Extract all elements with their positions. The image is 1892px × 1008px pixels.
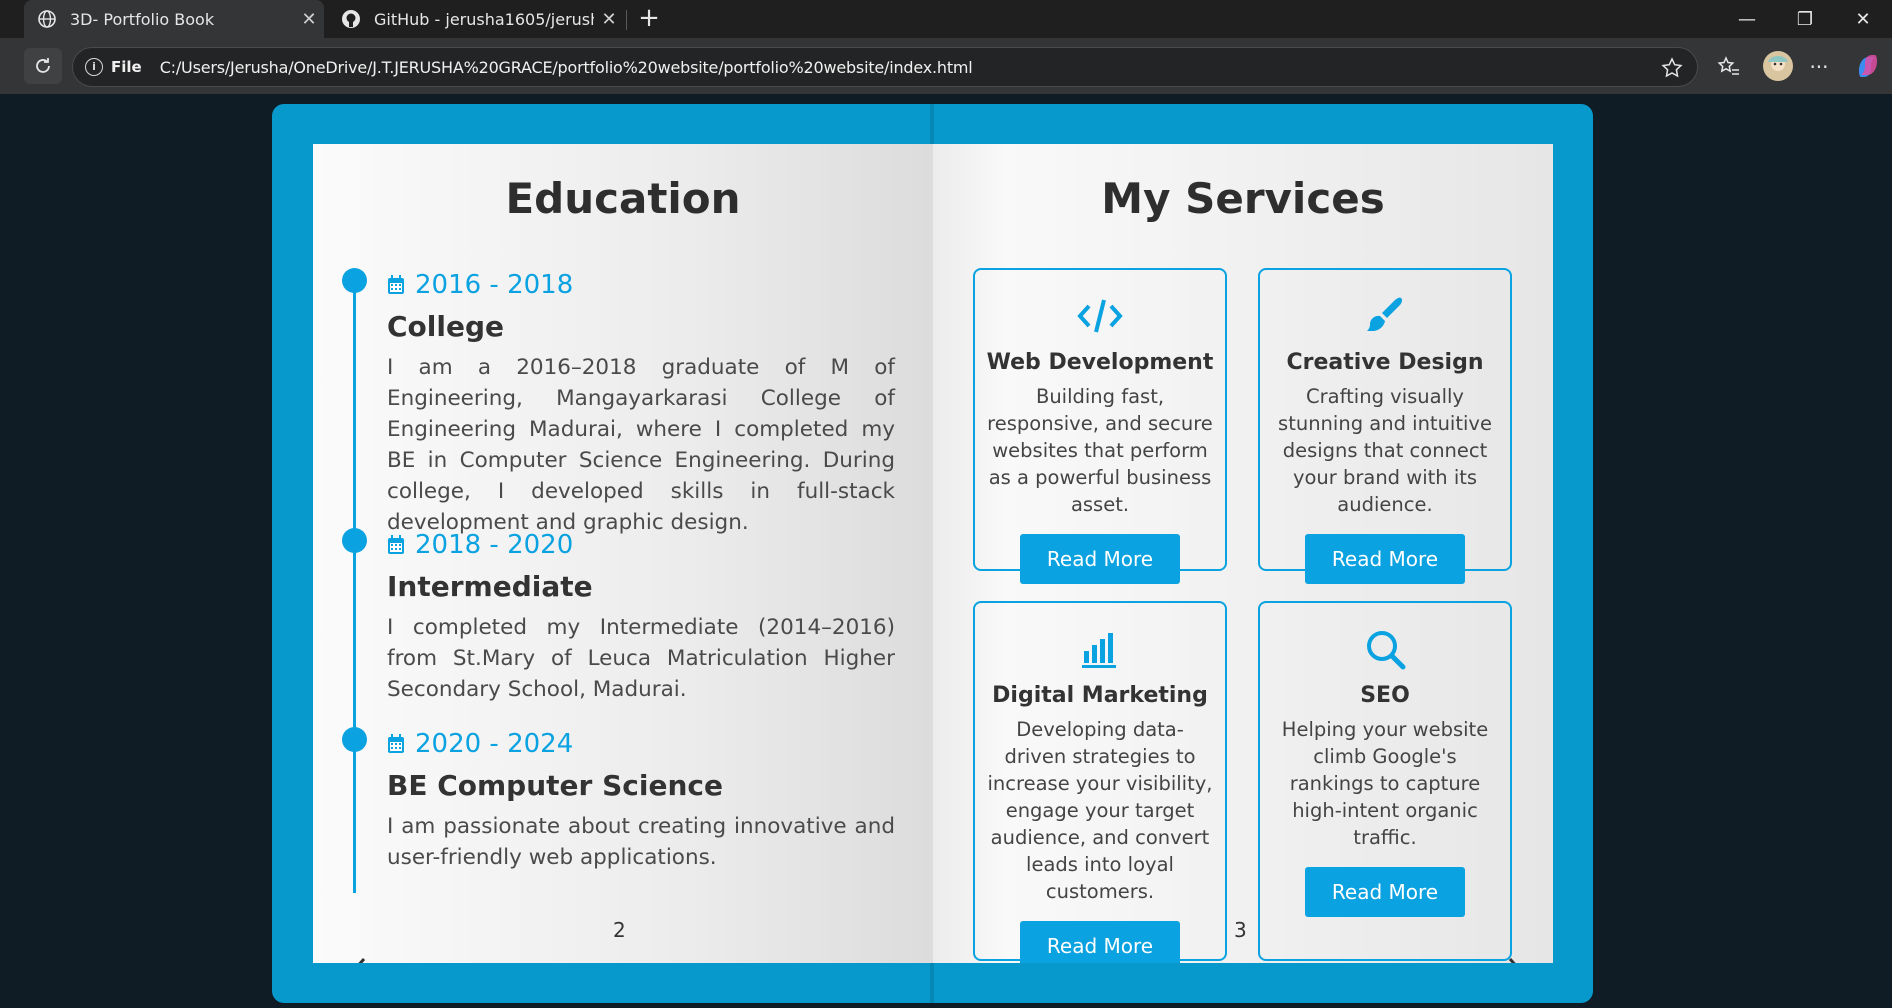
read-more-button[interactable]: Read More	[1020, 921, 1180, 963]
github-icon	[340, 8, 362, 30]
timeline-date: 2018 - 2020	[387, 530, 573, 560]
url-field[interactable]: i File C:/Users/Jerusha/OneDrive/J.T.JER…	[72, 47, 1698, 87]
tab-title: 3D- Portfolio Book	[70, 9, 215, 29]
read-more-button[interactable]: Read More	[1305, 867, 1465, 917]
close-tab-icon[interactable]: ✕	[594, 9, 624, 30]
timeline-heading: College	[387, 310, 505, 343]
restore-button[interactable]: ❐	[1776, 0, 1834, 38]
close-window-button[interactable]: ✕	[1834, 0, 1892, 38]
page-number: 3	[1234, 918, 1247, 942]
timeline-heading: BE Computer Science	[387, 769, 723, 802]
timeline-dot	[342, 528, 367, 553]
portfolio-book: Education 2016 - 2018 College I am a 201…	[272, 104, 1593, 1003]
service-title: Web Development	[986, 350, 1214, 375]
paintbrush-icon	[1260, 288, 1510, 344]
profile-avatar[interactable]	[1760, 48, 1796, 84]
tab-separator	[626, 10, 627, 30]
tab-bar: 3D- Portfolio Book ✕ GitHub - jerusha160…	[0, 0, 1892, 38]
chevron-right-icon	[1508, 957, 1516, 963]
service-description: Crafting visually stunning and intuitive…	[1278, 385, 1492, 516]
new-tab-button[interactable]: +	[634, 4, 664, 34]
timeline-text: I am a 2016–2018 graduate of M of Engine…	[387, 355, 895, 535]
service-title: SEO	[1360, 683, 1410, 708]
service-card-digital-marketing: Digital Marketing Developing data-driven…	[973, 601, 1227, 963]
service-title: Digital Marketing	[992, 683, 1208, 708]
timeline-date: 2020 - 2024	[387, 729, 573, 759]
service-card-web-development: Web Development Building fast, responsiv…	[973, 268, 1227, 584]
date-text: 2016 - 2018	[415, 270, 574, 300]
reload-icon	[36, 58, 50, 73]
more-options-icon[interactable]: ···	[1806, 54, 1832, 80]
calendar-icon	[388, 275, 404, 294]
service-card-creative-design: Creative Design Crafting visually stunni…	[1258, 268, 1512, 584]
read-more-button[interactable]: Read More	[1305, 534, 1465, 584]
service-description: Building fast, responsive, and secure we…	[987, 385, 1213, 516]
education-page: Education 2016 - 2018 College I am a 201…	[313, 144, 933, 963]
calendar-icon	[388, 734, 404, 753]
favorite-star-icon[interactable]	[1661, 57, 1683, 83]
address-bar: i File C:/Users/Jerusha/OneDrive/J.T.JER…	[0, 38, 1892, 94]
scheme-label: File	[111, 58, 142, 76]
timeline-text: I am passionate about creating innovativ…	[387, 814, 895, 870]
timeline-dot	[342, 268, 367, 293]
service-title: Creative Design	[1286, 350, 1484, 375]
favorites-icon[interactable]	[1716, 54, 1742, 80]
timeline-date: 2016 - 2018	[387, 270, 573, 300]
service-description: Helping your website climb Google's rank…	[1281, 718, 1489, 849]
minimize-button[interactable]: —	[1718, 0, 1776, 38]
timeline-dot	[342, 727, 367, 752]
date-text: 2020 - 2024	[415, 729, 574, 759]
url-text[interactable]: C:/Users/Jerusha/OneDrive/J.T.JERUSHA%20…	[160, 58, 973, 77]
timeline-line	[353, 281, 356, 893]
previous-page-button[interactable]	[351, 956, 369, 963]
calendar-icon	[388, 535, 404, 554]
timeline-text: I completed my Intermediate (2014–2016) …	[387, 615, 895, 702]
page-title: Education	[505, 174, 741, 223]
close-tab-icon[interactable]: ✕	[294, 9, 324, 30]
read-more-button[interactable]: Read More	[1020, 534, 1180, 584]
code-icon	[975, 288, 1225, 344]
service-card-seo: SEO Helping your website climb Google's …	[1258, 601, 1512, 961]
globe-icon	[36, 8, 58, 30]
service-description: Developing data-driven strategies to inc…	[987, 718, 1213, 903]
tab-github[interactable]: GitHub - jerusha1605/jerusha ✕	[328, 0, 624, 38]
copilot-icon[interactable]	[1852, 50, 1884, 82]
chevron-left-icon	[358, 957, 366, 963]
info-icon[interactable]: i	[85, 58, 103, 76]
page-number: 2	[613, 918, 626, 942]
timeline-heading: Intermediate	[387, 570, 593, 603]
services-page: My Services Web Development Building fas…	[933, 144, 1553, 963]
page-title: My Services	[1101, 174, 1385, 223]
search-icon	[1260, 621, 1510, 677]
tab-portfolio[interactable]: 3D- Portfolio Book ✕	[24, 0, 324, 38]
bar-chart-icon	[975, 621, 1225, 677]
reload-button[interactable]	[24, 48, 62, 84]
tab-title: GitHub - jerusha1605/jerusha	[374, 9, 594, 29]
next-page-button[interactable]	[1505, 956, 1523, 963]
date-text: 2018 - 2020	[415, 530, 574, 560]
